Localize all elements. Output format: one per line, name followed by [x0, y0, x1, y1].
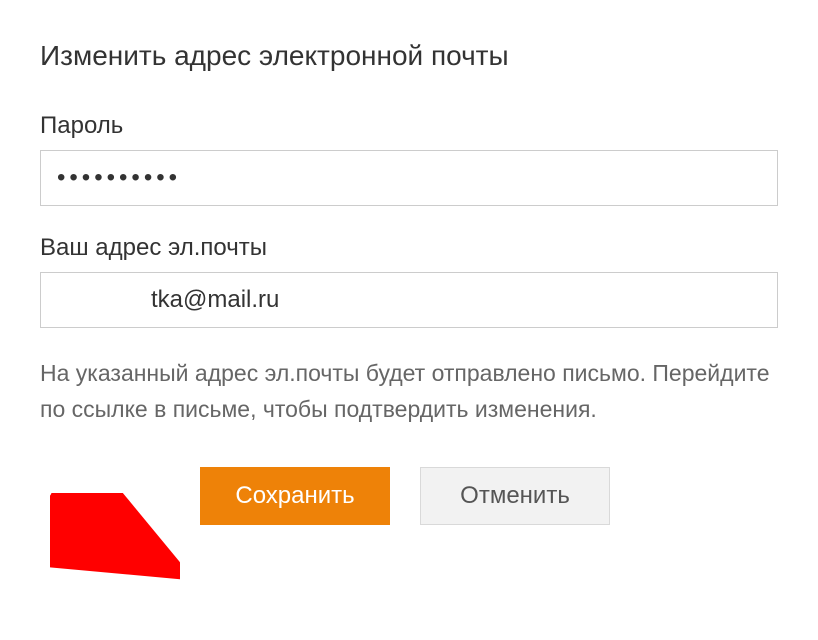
email-input[interactable]: [40, 272, 778, 328]
button-row: Сохранить Отменить: [200, 467, 778, 525]
email-group: Ваш адрес эл.почты: [40, 234, 778, 328]
password-input[interactable]: [40, 150, 778, 206]
form-title: Изменить адрес электронной почты: [40, 40, 778, 72]
arrow-annotation-icon: [50, 493, 180, 583]
cancel-button[interactable]: Отменить: [420, 467, 610, 525]
password-group: Пароль: [40, 112, 778, 206]
help-text: На указанный адрес эл.почты будет отправ…: [40, 356, 778, 427]
email-label: Ваш адрес эл.почты: [40, 234, 778, 262]
password-label: Пароль: [40, 112, 778, 140]
save-button[interactable]: Сохранить: [200, 467, 390, 525]
